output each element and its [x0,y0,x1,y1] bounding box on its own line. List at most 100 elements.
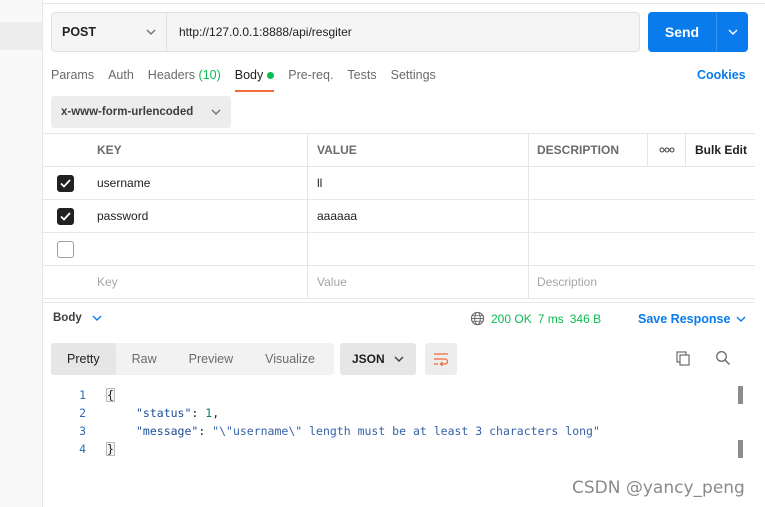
left-sidebar-strip [0,0,43,507]
value-cell[interactable]: aaaaaa [308,200,529,232]
tab-pre-request[interactable]: Pre-req. [288,62,333,92]
copy-icon[interactable] [675,350,691,369]
send-options-button[interactable] [717,29,748,35]
tab-auth[interactable]: Auth [108,62,134,92]
cookies-link[interactable]: Cookies [697,68,746,82]
chevron-down-icon [736,316,746,322]
description-cell[interactable] [529,167,687,199]
url-input[interactable]: http://127.0.0.1:8888/api/resgiter [167,25,352,39]
chevron-down-icon [394,356,404,362]
code-line: 3 "message": "\"username\" length must b… [43,422,755,440]
code-line: 4 } [43,440,755,458]
json-key: "status" [136,406,192,420]
json-comma: , [212,406,220,420]
send-button[interactable]: Send [648,12,748,52]
url-bar: POST http://127.0.0.1:8888/api/resgiter [51,12,640,52]
line-number: 3 [79,424,86,438]
header-value: VALUE [308,134,529,166]
code-text: } [106,442,115,456]
key-cell[interactable]: username [88,167,308,199]
response-size[interactable]: 346 B [570,312,601,326]
table-row-new: Key Value Description [43,266,755,299]
key-placeholder[interactable]: Key [88,266,308,298]
json-key: "message" [136,424,199,438]
description-cell[interactable] [529,200,687,232]
method-select[interactable]: POST [52,13,167,51]
table-row: password aaaaaa [43,200,755,233]
code-line: 2 "status": 1, [43,404,755,422]
response-time[interactable]: 7 ms [538,312,564,326]
row-checkbox[interactable] [57,240,74,258]
json-string: "\"username\" length must be at least 3 … [212,424,600,438]
key-cell[interactable] [88,233,308,265]
line-number: 2 [79,406,86,420]
tab-settings[interactable]: Settings [391,62,436,92]
more-horizontal-icon [659,147,674,153]
checkmark-icon [60,211,71,221]
line-number: 1 [79,388,86,402]
response-meta: 200 OK 7 ms 346 B [470,311,601,326]
table-row: username ll [43,167,755,200]
tab-label: Pre-req. [288,68,334,82]
globe-icon[interactable] [470,311,485,326]
chevron-down-icon [211,109,221,115]
response-divider [43,302,755,303]
code-scrollbar-top[interactable] [738,386,743,404]
json-number: 1 [205,406,213,420]
watermark: CSDN @yancy_peng [572,478,745,498]
response-body-select[interactable]: Body [53,312,102,324]
view-tab-visualize[interactable]: Visualize [249,343,331,375]
view-tab-pretty[interactable]: Pretty [51,343,116,375]
tab-label: Settings [390,68,436,82]
chevron-down-icon [146,29,156,35]
save-response-button[interactable]: Save Response [638,312,746,326]
value-cell[interactable] [308,233,529,265]
tab-params[interactable]: Params [51,62,94,92]
tab-label: Body [234,68,264,82]
bulk-edit-button[interactable]: Bulk Edit [686,134,755,166]
tab-label: Headers [147,68,196,82]
value-cell[interactable]: ll [308,167,529,199]
view-tab-raw[interactable]: Raw [116,343,173,375]
json-sep: : [198,424,213,438]
description-placeholder[interactable]: Description [529,266,687,298]
table-header-row: KEY VALUE DESCRIPTION Bulk Edit [43,134,755,167]
key-cell[interactable]: password [88,200,308,232]
tab-body[interactable]: Body [234,62,275,92]
send-label: Send [664,24,700,40]
tab-label: Params [51,68,95,82]
row-checkbox[interactable] [57,174,74,192]
response-view-tabs: Pretty Raw Preview Visualize [51,343,334,375]
wrap-lines-button[interactable] [425,343,457,375]
view-tab-preview[interactable]: Preview [173,343,249,375]
code-text: { [106,388,115,402]
header-description: DESCRIPTION [529,134,648,166]
request-panel: POST http://127.0.0.1:8888/api/resgiter … [43,0,765,507]
search-icon[interactable] [715,350,731,369]
body-params-table: KEY VALUE DESCRIPTION Bulk Edit username… [43,133,755,299]
method-label: POST [62,25,97,39]
tab-strip-divider [43,3,765,4]
header-key: KEY [88,134,308,166]
status-code[interactable]: 200 OK [491,312,532,326]
line-number: 4 [79,442,86,456]
tab-tests[interactable]: Tests [347,62,376,92]
description-cell[interactable] [529,233,687,265]
chevron-down-icon [92,315,102,321]
sidebar-selected-item[interactable] [0,22,42,50]
chevron-down-icon [728,29,737,35]
body-type-select[interactable]: x-www-form-urlencoded [51,96,231,128]
wrap-lines-icon [434,353,449,366]
header-checkbox-cell [43,134,88,166]
save-response-label: Save Response [638,312,731,326]
body-type-label: x-www-form-urlencoded [61,106,194,118]
format-label: JSON [352,352,385,366]
tab-label: Tests [347,68,377,82]
format-select[interactable]: JSON [340,343,416,375]
row-checkbox[interactable] [57,207,74,225]
more-options-button[interactable] [648,134,686,166]
code-scrollbar-bottom[interactable] [738,440,743,458]
tab-headers[interactable]: Headers (10) [148,62,221,92]
value-placeholder[interactable]: Value [308,266,529,298]
code-line: 1 { [43,386,755,404]
